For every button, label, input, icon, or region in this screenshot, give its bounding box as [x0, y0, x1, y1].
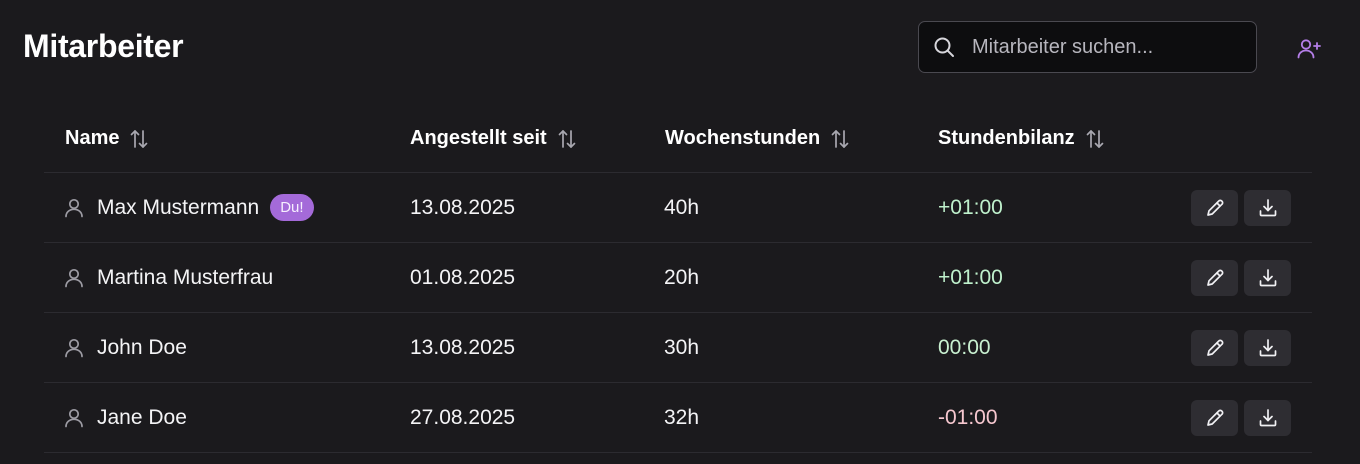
edit-button[interactable] — [1191, 259, 1238, 296]
column-label: Name — [65, 127, 120, 149]
sort-arrows-icon — [128, 128, 150, 150]
user-icon — [62, 406, 86, 430]
table-row: Max Mustermann Du! 13.08.2025 40h +01:00 — [44, 173, 1312, 243]
column-header-balance[interactable]: Stundenbilanz — [938, 127, 1106, 150]
edit-button[interactable] — [1191, 399, 1238, 436]
pencil-icon — [1206, 409, 1223, 426]
user-icon — [62, 196, 86, 220]
employee-name: Martina Musterfrau — [97, 265, 274, 289]
user-plus-icon — [1296, 37, 1322, 61]
page-title: Mitarbeiter — [23, 28, 184, 64]
download-button[interactable] — [1244, 399, 1291, 436]
edit-button[interactable] — [1191, 329, 1238, 366]
column-header-hours[interactable]: Wochenstunden — [665, 127, 851, 150]
employee-table: Name Angestellt seit Wochenstunden Stund… — [44, 104, 1312, 453]
table-row: Martina Musterfrau 01.08.2025 20h +01:00 — [44, 243, 1312, 313]
download-icon — [1259, 338, 1276, 356]
table-row: Jane Doe 27.08.2025 32h -01:00 — [44, 383, 1312, 453]
download-icon — [1259, 408, 1276, 426]
download-button[interactable] — [1244, 329, 1291, 366]
sort-arrows-icon — [556, 128, 578, 150]
row-actions — [1191, 173, 1297, 242]
employee-name: Jane Doe — [97, 405, 187, 429]
user-icon — [62, 336, 86, 360]
hire-date: 13.08.2025 — [410, 195, 516, 219]
user-icon — [62, 266, 86, 290]
employee-name: John Doe — [97, 335, 187, 359]
hour-balance: -01:00 — [938, 405, 998, 429]
pencil-icon — [1206, 339, 1223, 356]
hire-date: 13.08.2025 — [410, 335, 516, 359]
hire-date: 01.08.2025 — [410, 265, 516, 289]
hire-date: 27.08.2025 — [410, 405, 516, 429]
weekly-hours: 32h — [664, 405, 700, 429]
add-user-button[interactable] — [1296, 37, 1322, 61]
employees-page: Mitarbeiter Name — [0, 0, 1360, 464]
search-icon — [932, 35, 956, 59]
table-header: Name Angestellt seit Wochenstunden Stund… — [44, 104, 1312, 173]
download-button[interactable] — [1244, 189, 1291, 226]
search-input[interactable] — [972, 22, 1256, 72]
table-row: John Doe 13.08.2025 30h 00:00 — [44, 313, 1312, 383]
employee-name: Max Mustermann — [97, 195, 260, 219]
weekly-hours: 30h — [664, 335, 700, 359]
download-icon — [1259, 198, 1276, 216]
employee-name-cell: Max Mustermann Du! — [62, 173, 314, 242]
weekly-hours: 40h — [664, 195, 700, 219]
column-label: Angestellt seit — [410, 127, 547, 149]
search-box[interactable] — [918, 21, 1257, 73]
row-actions — [1191, 313, 1297, 382]
employee-name-cell: Martina Musterfrau — [62, 243, 273, 312]
row-actions — [1191, 383, 1297, 452]
pencil-icon — [1206, 199, 1223, 216]
hour-balance: 00:00 — [938, 335, 991, 359]
column-label: Stundenbilanz — [938, 127, 1075, 149]
employee-name-cell: Jane Doe — [62, 383, 187, 452]
employee-name-cell: John Doe — [62, 313, 187, 382]
hour-balance: +01:00 — [938, 265, 1003, 289]
hour-balance: +01:00 — [938, 195, 1003, 219]
column-header-name[interactable]: Name — [65, 127, 150, 150]
column-header-since[interactable]: Angestellt seit — [410, 127, 578, 150]
sort-arrows-icon — [1084, 128, 1106, 150]
row-actions — [1191, 243, 1297, 312]
download-icon — [1259, 268, 1276, 286]
download-button[interactable] — [1244, 259, 1291, 296]
column-label: Wochenstunden — [665, 127, 821, 149]
pencil-icon — [1206, 269, 1223, 286]
weekly-hours: 20h — [664, 265, 700, 289]
edit-button[interactable] — [1191, 189, 1238, 226]
current-user-badge: Du! — [270, 194, 314, 221]
sort-arrows-icon — [829, 128, 851, 150]
